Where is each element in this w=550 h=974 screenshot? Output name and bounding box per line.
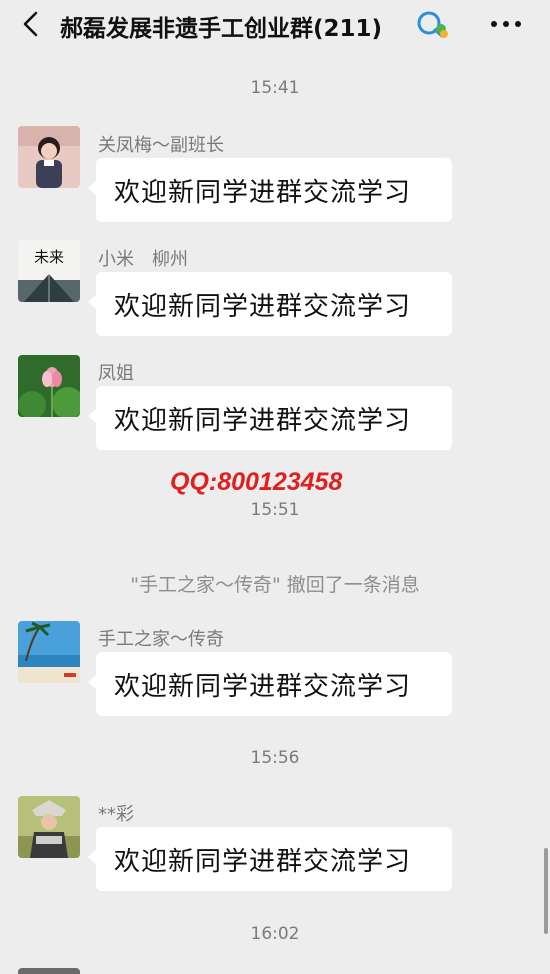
timestamp: 15:56 bbox=[250, 748, 300, 768]
sender-name: **彩 bbox=[98, 804, 134, 825]
avatar[interactable] bbox=[18, 126, 80, 188]
group-chat-icon[interactable] bbox=[415, 9, 449, 39]
message-text: 欢迎新同学进群交流学习 bbox=[114, 847, 412, 877]
message-text: 欢迎新同学进群交流学习 bbox=[114, 178, 412, 208]
chat-header: 郝磊发展非遗手工创业群(211) bbox=[0, 0, 550, 52]
sender-name: 凤姐 bbox=[98, 363, 134, 384]
lotus-avatar bbox=[18, 355, 80, 417]
avatar[interactable]: 未来 bbox=[18, 240, 80, 302]
message-text: 欢迎新同学进群交流学习 bbox=[114, 406, 412, 436]
message-text: 欢迎新同学进群交流学习 bbox=[114, 292, 412, 322]
sender-name: 手工之家～传奇 bbox=[98, 629, 224, 650]
qq-watermark: QQ:800123458 bbox=[170, 468, 343, 496]
chat-screen: 郝磊发展非遗手工创业群(211) 15:41 关凤梅～副班长 欢迎新同学进群交流… bbox=[0, 0, 550, 974]
avatar[interactable] bbox=[18, 355, 80, 417]
timestamp: 15:41 bbox=[250, 78, 300, 98]
more-dots-icon[interactable] bbox=[490, 20, 522, 28]
sender-name: 关凤梅～副班长 bbox=[98, 135, 224, 156]
message-bubble[interactable]: 欢迎新同学进群交流学习 bbox=[88, 827, 452, 891]
message-bubble[interactable]: 欢迎新同学进群交流学习 bbox=[88, 272, 452, 336]
timestamp: 15:51 bbox=[250, 500, 300, 520]
message-bubble[interactable]: 欢迎新同学进群交流学习 bbox=[88, 386, 452, 450]
avatar[interactable] bbox=[18, 968, 80, 974]
avatar[interactable] bbox=[18, 621, 80, 683]
message-text: 欢迎新同学进群交流学习 bbox=[114, 672, 412, 702]
recall-notice: "手工之家～传奇" 撤回了一条消息 bbox=[130, 574, 420, 596]
beach-avatar bbox=[18, 621, 80, 683]
avatar[interactable] bbox=[18, 796, 80, 858]
message-bubble[interactable]: 欢迎新同学进群交流学习 bbox=[88, 158, 452, 222]
timestamp: 16:02 bbox=[250, 924, 300, 944]
chat-title: 郝磊发展非遗手工创业群(211) bbox=[60, 16, 383, 42]
sender-name: 小米 柳州 bbox=[98, 249, 188, 270]
scrollbar[interactable] bbox=[544, 848, 548, 934]
svg-text:未来: 未来 bbox=[34, 248, 64, 266]
child-costume-avatar bbox=[18, 796, 80, 858]
future-calligraphy-avatar: 未来 bbox=[18, 240, 80, 302]
chevron-left-icon[interactable] bbox=[18, 10, 46, 38]
girl-photo-avatar bbox=[18, 126, 80, 188]
message-bubble[interactable]: 欢迎新同学进群交流学习 bbox=[88, 652, 452, 716]
